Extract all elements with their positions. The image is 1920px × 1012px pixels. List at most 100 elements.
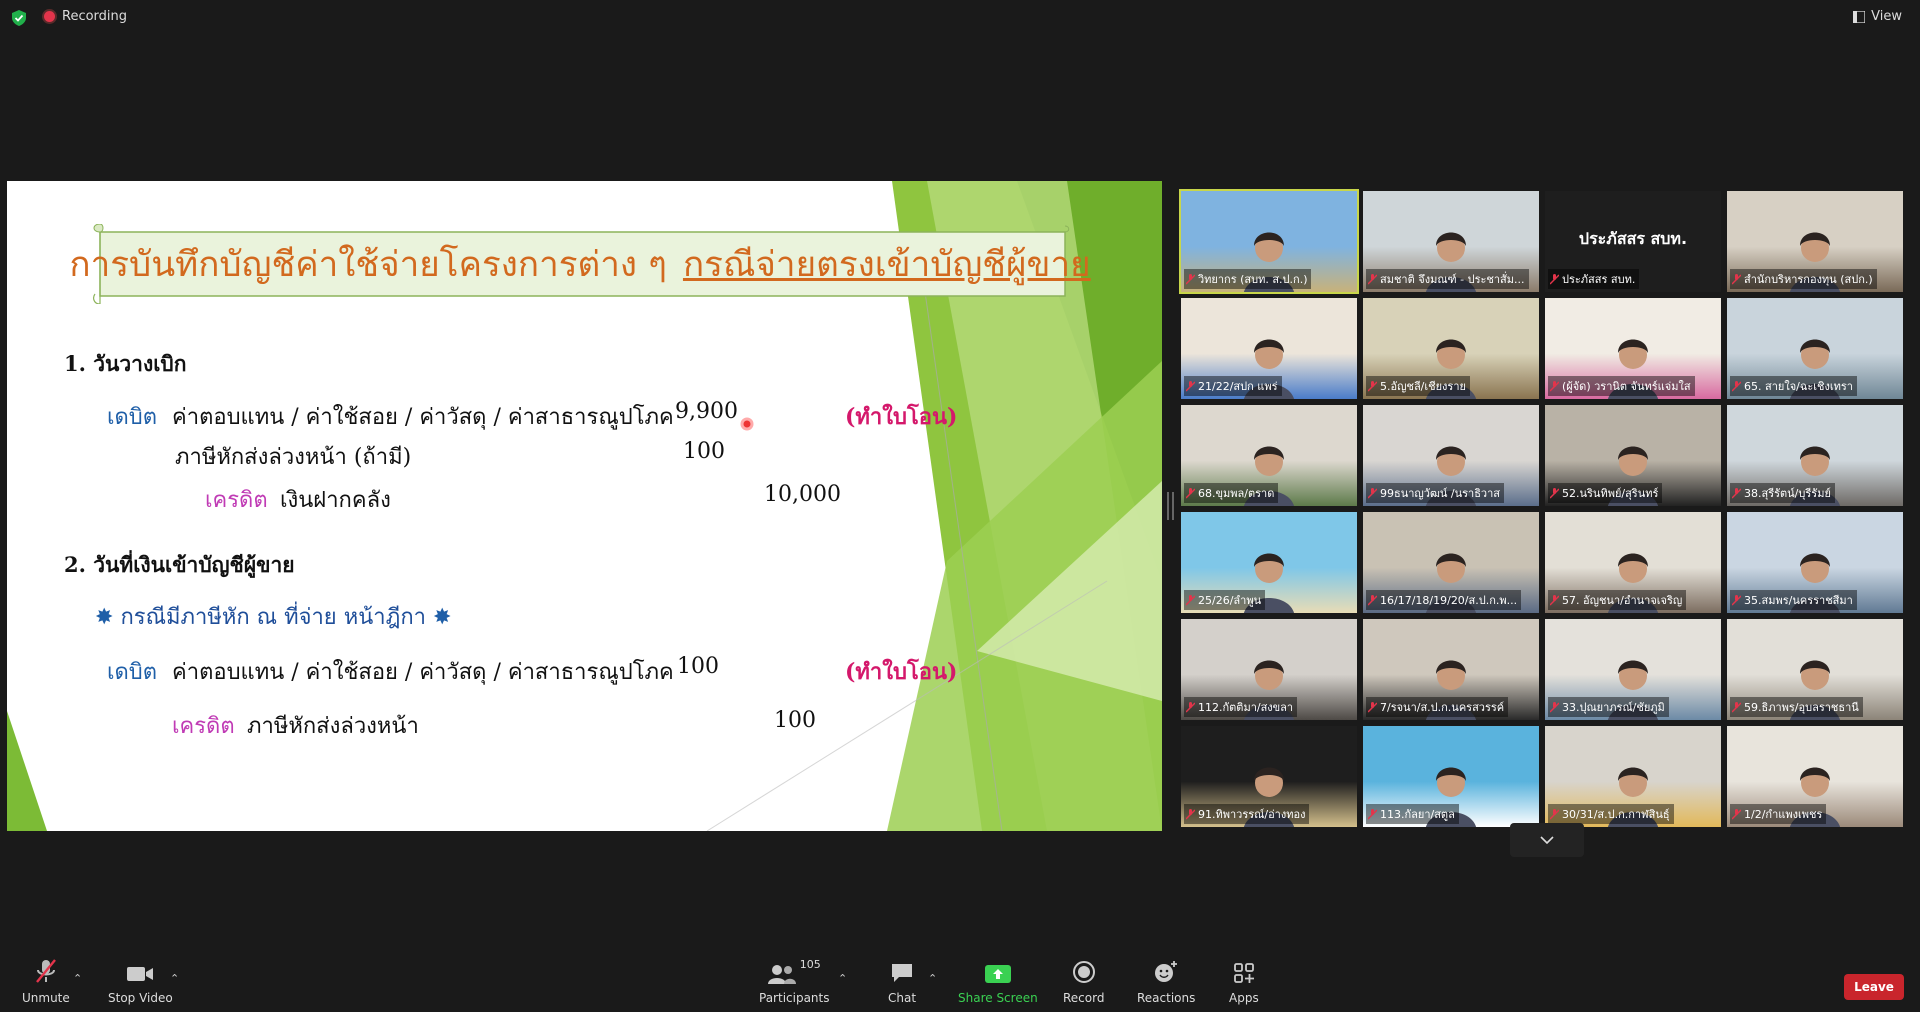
recording-indicator[interactable]: Recording <box>44 9 127 24</box>
participant-display-name: ประภัสสร สบท. <box>1578 229 1688 248</box>
participant-name: 25/26/ลำพูน <box>1198 594 1262 607</box>
mic-muted-icon <box>1186 487 1195 498</box>
participant-name-tag: สำนักบริหารกองทุน (สปก.) <box>1730 269 1877 289</box>
participant-name: 35.สมพร/นครราชสีมา <box>1744 594 1853 607</box>
participant-name-tag: 113.กัลยา/สตูล <box>1366 804 1459 824</box>
reactions-button[interactable]: Reactions <box>1137 958 1195 1005</box>
mic-muted-icon <box>1368 594 1377 605</box>
participant-tile[interactable]: 65. สายใจ/ฉะเชิงเทรา <box>1727 298 1903 399</box>
participant-tile[interactable]: 16/17/18/19/20/ส.ป.ก.พ... <box>1363 512 1539 613</box>
record-button[interactable]: Record <box>1063 958 1104 1005</box>
s1-credit-label: เครดิต <box>205 488 268 513</box>
participant-tile[interactable]: 30/31/ส.ป.ก.กาฬสินธุ์ <box>1545 726 1721 827</box>
participant-name-tag: 38.สุรีรัตน์/บุรีรัมย์ <box>1730 483 1835 503</box>
participant-name-tag: 33.ปุณยาภรณ์/ชัยภูมิ <box>1548 697 1669 717</box>
participant-name: 16/17/18/19/20/ส.ป.ก.พ... <box>1380 594 1518 607</box>
participant-tile[interactable]: (ผู้จัด) วรานิต จันทร์แจ่มใส <box>1545 298 1721 399</box>
stop-video-button[interactable]: Stop Video <box>108 958 173 1005</box>
participants-button[interactable]: 105 Participants <box>759 958 830 1005</box>
participant-name: 113.กัลยา/สตูล <box>1380 808 1455 821</box>
participant-tile[interactable]: สำนักบริหารกองทุน (สปก.) <box>1727 191 1903 292</box>
split-view-handle[interactable] <box>1167 492 1174 520</box>
s2-credit-label: เครดิต <box>172 714 235 739</box>
mic-muted-icon <box>1732 808 1741 819</box>
participant-tile[interactable]: 59.ธิภาพร/อุบลราชธานี <box>1727 619 1903 720</box>
participants-options-caret[interactable]: ⌃ <box>838 972 847 985</box>
participant-name: 21/22/สปก แพร่ <box>1198 380 1278 393</box>
s2-debit-amount: 100 <box>677 654 719 679</box>
gallery-collapse-button[interactable] <box>1510 823 1584 857</box>
participant-tile[interactable]: 21/22/สปก แพร่ <box>1181 298 1357 399</box>
shield-icon[interactable] <box>12 10 26 26</box>
view-button[interactable]: View <box>1853 9 1902 24</box>
participant-name-tag: 112.กัตติมา/สงขลา <box>1184 697 1298 717</box>
mic-muted-icon <box>1368 701 1377 712</box>
mic-muted-icon <box>1550 273 1559 284</box>
mic-muted-icon <box>1186 594 1195 605</box>
s2-subcase: ✸ กรณีมีภาษีหัก ณ ที่จ่าย หน้าฎีกา ✸ <box>95 599 451 634</box>
participant-tile[interactable]: 57. อัญชนา/อำนาจเจริญ <box>1545 512 1721 613</box>
participant-tile[interactable]: 112.กัตติมา/สงขลา <box>1181 619 1357 720</box>
share-screen-icon <box>984 965 1011 983</box>
participants-icon <box>767 965 796 984</box>
participant-name: 57. อัญชนา/อำนาจเจริญ <box>1562 594 1683 607</box>
participant-name-tag: 99ธนาญวัฒน์ /นราธิวาส <box>1366 483 1505 503</box>
participant-name-tag: 16/17/18/19/20/ส.ป.ก.พ... <box>1366 590 1522 610</box>
participant-tile[interactable]: 5.อัญชลี/เชียงราย <box>1363 298 1539 399</box>
participant-tile[interactable]: 25/26/ลำพูน <box>1181 512 1357 613</box>
participant-tile[interactable]: 99ธนาญวัฒน์ /นราธิวาส <box>1363 405 1539 506</box>
participant-name: 1/2/กำแพงเพชร <box>1744 808 1823 821</box>
participant-tile[interactable]: 1/2/กำแพงเพชร <box>1727 726 1903 827</box>
mic-muted-icon <box>1186 380 1195 391</box>
chat-button[interactable]: Chat <box>888 958 916 1005</box>
participants-label: Participants <box>759 991 830 1005</box>
chat-options-caret[interactable]: ⌃ <box>928 972 937 985</box>
slide-title-main: การบันทึกบัญชีค่าใช้จ่ายโครงการต่าง ๆ <box>69 244 667 285</box>
view-label: View <box>1871 9 1902 24</box>
participant-name: 38.สุรีรัตน์/บุรีรัมย์ <box>1744 487 1831 500</box>
participant-tile[interactable]: ประภัสสร สบท. ประภัสสร สบท. <box>1545 191 1721 292</box>
recording-label: Recording <box>62 9 128 24</box>
unmute-button[interactable]: Unmute <box>22 958 70 1005</box>
record-icon <box>1072 961 1095 983</box>
mic-muted-icon <box>1550 487 1559 498</box>
apps-button[interactable]: Apps <box>1229 958 1259 1005</box>
share-screen-label: Share Screen <box>958 991 1038 1005</box>
video-options-caret[interactable]: ⌃ <box>170 972 179 985</box>
section-1-heading: 1. วันวางเบิก <box>64 351 187 376</box>
participant-tile[interactable]: วิทยากร (สบท. ส.ป.ก.) <box>1179 189 1359 294</box>
participant-name-tag: 25/26/ลำพูน <box>1184 590 1266 610</box>
share-screen-button[interactable]: Share Screen <box>958 958 1038 1005</box>
slide-title-underlined: กรณีจ่ายตรงเข้าบัญชีผู้ขาย <box>682 244 1091 285</box>
participant-name: 5.อัญชลี/เชียงราย <box>1380 380 1466 393</box>
mic-muted-icon <box>1550 380 1559 391</box>
participant-name-tag: 91.ทิพาวรรณ์/อ่างทอง <box>1184 804 1310 824</box>
mic-muted-icon <box>1186 273 1195 284</box>
participant-tile[interactable]: 68.ขุมพล/ตราด <box>1181 405 1357 506</box>
participant-tile[interactable]: 38.สุรีรัตน์/บุรีรัมย์ <box>1727 405 1903 506</box>
participant-name-tag: 7/รจนา/ส.ป.ก.นครสวรรค์ <box>1366 697 1509 717</box>
reactions-label: Reactions <box>1137 991 1196 1005</box>
meeting-toolbar: Unmute ⌃ Stop Video ⌃ 105 Participants ⌃ <box>0 952 1920 1012</box>
leave-button[interactable]: Leave <box>1844 974 1904 1000</box>
participant-tile[interactable]: 35.สมพร/นครราชสีมา <box>1727 512 1903 613</box>
participant-tile[interactable]: 113.กัลยา/สตูล <box>1363 726 1539 827</box>
record-dot-icon <box>44 11 55 22</box>
participant-name: 112.กัตติมา/สงขลา <box>1198 701 1294 714</box>
participant-name: วิทยากร (สบท. ส.ป.ก.) <box>1198 273 1308 286</box>
participant-tile[interactable]: 52.นรินทิพย์/สุรินทร์ <box>1545 405 1721 506</box>
participant-tile[interactable]: 7/รจนา/ส.ป.ก.นครสวรรค์ <box>1363 619 1539 720</box>
participant-tile[interactable]: 33.ปุณยาภรณ์/ชัยภูมิ <box>1545 619 1721 720</box>
apps-label: Apps <box>1229 991 1259 1005</box>
s1-credit-amount: 10,000 <box>764 482 841 507</box>
participant-name-tag: 5.อัญชลี/เชียงราย <box>1366 376 1470 396</box>
mic-muted-icon <box>1732 701 1741 712</box>
participant-name: สมชาติ จึงมณฑ์ - ประชาสั่ม... <box>1380 273 1525 286</box>
participant-name-tag: 30/31/ส.ป.ก.กาฬสินธุ์ <box>1548 804 1674 824</box>
title-banner: การบันทึกบัญชีค่าใช้จ่ายโครงการต่าง ๆ กร… <box>69 224 1091 304</box>
audio-options-caret[interactable]: ⌃ <box>73 972 82 985</box>
mic-muted-icon <box>1368 487 1377 498</box>
participant-tile[interactable]: สมชาติ จึงมณฑ์ - ประชาสั่ม... <box>1363 191 1539 292</box>
participant-name: 7/รจนา/ส.ป.ก.นครสวรรค์ <box>1380 701 1505 714</box>
participant-tile[interactable]: 91.ทิพาวรรณ์/อ่างทอง <box>1181 726 1357 827</box>
